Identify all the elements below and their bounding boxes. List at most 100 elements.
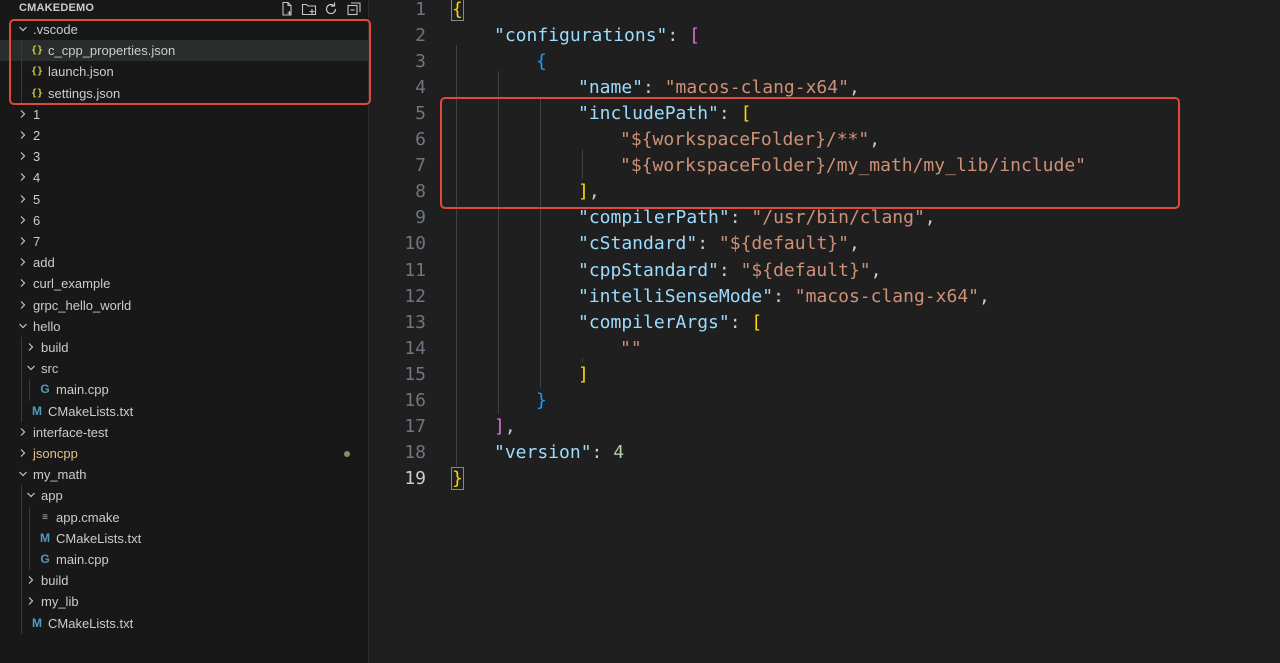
json-file-icon: {} bbox=[30, 66, 44, 78]
tree-folder[interactable]: grpc_hello_world bbox=[0, 295, 368, 316]
chevron-right-icon[interactable] bbox=[16, 125, 30, 146]
code-line[interactable]: "compilerArgs": [ bbox=[578, 310, 762, 336]
new-folder-icon[interactable] bbox=[300, 0, 318, 18]
tree-file[interactable]: M CMakeLists.txt bbox=[0, 528, 368, 549]
code-line[interactable]: "" bbox=[620, 336, 642, 362]
code-line[interactable]: "${workspaceFolder}/my_math/my_lib/inclu… bbox=[620, 153, 1086, 179]
tree-folder[interactable]: 5 bbox=[0, 189, 368, 210]
editor-indent-guide bbox=[456, 45, 457, 466]
tree-file[interactable]: ≡ app.cmake bbox=[0, 507, 368, 528]
code-line[interactable]: "cppStandard": "${default}", bbox=[578, 258, 881, 284]
code-token: "${default}" bbox=[740, 259, 871, 281]
code-line[interactable]: "intelliSenseMode": "macos-clang-x64", bbox=[578, 284, 990, 310]
tree-item-label: app bbox=[41, 488, 63, 504]
tree-file[interactable]: {} launch.json bbox=[0, 61, 368, 82]
chevron-right-icon[interactable] bbox=[24, 570, 38, 591]
tree-folder[interactable]: src bbox=[0, 358, 368, 379]
tree-item-label: app.cmake bbox=[56, 509, 120, 525]
tree-folder[interactable]: 7 bbox=[0, 231, 368, 252]
chevron-down-icon[interactable] bbox=[24, 358, 38, 379]
editor-indent-guide bbox=[582, 149, 583, 180]
tree-folder[interactable]: build bbox=[0, 337, 368, 358]
text-file-icon: ≡ bbox=[42, 511, 48, 523]
chevron-right-icon[interactable] bbox=[16, 146, 30, 167]
explorer-title: CMAKEDEMO bbox=[19, 2, 95, 14]
code-line[interactable]: "includePath": [ bbox=[578, 101, 751, 127]
line-number: 13 bbox=[404, 311, 426, 333]
tree-indent-guide bbox=[21, 485, 22, 634]
tree-folder[interactable]: interface-test bbox=[0, 422, 368, 443]
code-line[interactable]: ] bbox=[578, 362, 589, 388]
new-file-icon[interactable] bbox=[278, 0, 296, 18]
code-token: "includePath" bbox=[578, 103, 719, 125]
code-line[interactable]: "cStandard": "${default}", bbox=[578, 231, 860, 257]
refresh-icon[interactable] bbox=[322, 0, 340, 18]
chevron-right-icon[interactable] bbox=[16, 252, 30, 273]
code-line[interactable]: "configurations": [ bbox=[494, 23, 700, 49]
tree-file[interactable]: {} settings.json bbox=[0, 83, 368, 104]
tree-folder[interactable]: jsoncpp bbox=[0, 443, 368, 464]
code-line[interactable]: "compilerPath": "/usr/bin/clang", bbox=[578, 205, 936, 231]
tree-folder[interactable]: curl_example bbox=[0, 273, 368, 294]
tree-folder[interactable]: app bbox=[0, 485, 368, 506]
explorer-sidebar: CMAKEDEMO .vscode {} c_cpp_properties.json… bbox=[0, 0, 371, 663]
code-token: "${default}" bbox=[718, 233, 849, 255]
chevron-down-icon[interactable] bbox=[16, 464, 30, 485]
line-number: 19 bbox=[404, 467, 426, 489]
chevron-right-icon[interactable] bbox=[24, 337, 38, 358]
line-number: 6 bbox=[415, 129, 426, 151]
collapse-all-icon[interactable] bbox=[345, 0, 363, 18]
code-editor[interactable]: 1 2 3 4 5 6 7 8 9 10 11 12 13 14 15 16 17 18 19 {"configur… bbox=[370, 0, 1280, 663]
chevron-right-icon[interactable] bbox=[16, 210, 30, 231]
tree-indent-guide bbox=[29, 506, 30, 571]
code-line[interactable]: ], bbox=[494, 414, 516, 440]
tree-item-label: hello bbox=[33, 318, 61, 334]
tree-folder[interactable]: .vscode bbox=[0, 19, 368, 40]
cmake-file-icon: M bbox=[40, 530, 50, 545]
code-line[interactable]: } bbox=[536, 388, 547, 414]
code-line[interactable]: ], bbox=[578, 179, 600, 205]
code-token: , bbox=[588, 181, 600, 203]
tree-file[interactable]: M CMakeLists.txt bbox=[0, 613, 368, 634]
code-line[interactable]: "${workspaceFolder}/**", bbox=[620, 127, 880, 153]
tree-folder[interactable]: my_lib bbox=[0, 591, 368, 612]
tree-file[interactable]: M CMakeLists.txt bbox=[0, 401, 368, 422]
code-line[interactable]: { bbox=[536, 49, 547, 75]
tree-file[interactable]: {} c_cpp_properties.json bbox=[0, 40, 368, 62]
tree-folder[interactable]: hello bbox=[0, 316, 368, 337]
tree-item-label: main.cpp bbox=[56, 552, 109, 567]
code-line[interactable]: "version": 4 bbox=[494, 440, 624, 466]
tree-folder[interactable]: 6 bbox=[0, 210, 368, 231]
chevron-right-icon[interactable] bbox=[16, 231, 30, 252]
tree-folder[interactable]: build bbox=[0, 570, 368, 591]
code-token: [ bbox=[689, 25, 700, 47]
chevron-right-icon[interactable] bbox=[24, 591, 38, 612]
tree-item-label: 4 bbox=[33, 170, 41, 186]
tree-folder[interactable]: add bbox=[0, 252, 368, 273]
chevron-down-icon[interactable] bbox=[16, 316, 30, 337]
chevron-right-icon[interactable] bbox=[16, 273, 30, 294]
tree-folder[interactable]: 4 bbox=[0, 167, 368, 188]
chevron-right-icon[interactable] bbox=[16, 189, 30, 210]
chevron-right-icon[interactable] bbox=[16, 295, 30, 316]
chevron-down-icon[interactable] bbox=[16, 19, 30, 40]
tree-folder[interactable]: 2 bbox=[0, 125, 368, 146]
tree-item-label: 2 bbox=[33, 128, 41, 143]
chevron-down-icon[interactable] bbox=[24, 485, 38, 506]
chevron-right-icon[interactable] bbox=[16, 167, 30, 188]
code-line[interactable]: } bbox=[451, 466, 464, 492]
line-number: 9 bbox=[415, 207, 426, 229]
tree-file[interactable]: Gmain.cpp bbox=[0, 379, 368, 400]
code-line[interactable]: "name": "macos-clang-x64", bbox=[578, 75, 860, 101]
tree-folder[interactable]: 1 bbox=[0, 104, 368, 125]
code-line[interactable]: { bbox=[451, 0, 464, 23]
code-token: : bbox=[591, 441, 614, 463]
chevron-right-icon[interactable] bbox=[16, 443, 30, 464]
tree-item-label: src bbox=[41, 361, 59, 377]
tree-folder[interactable]: my_math bbox=[0, 464, 368, 485]
chevron-right-icon[interactable] bbox=[16, 104, 30, 125]
tree-folder[interactable]: 3 bbox=[0, 146, 368, 167]
line-number: 5 bbox=[415, 103, 426, 125]
tree-file[interactable]: Gmain.cpp bbox=[0, 549, 368, 570]
chevron-right-icon[interactable] bbox=[16, 422, 30, 443]
